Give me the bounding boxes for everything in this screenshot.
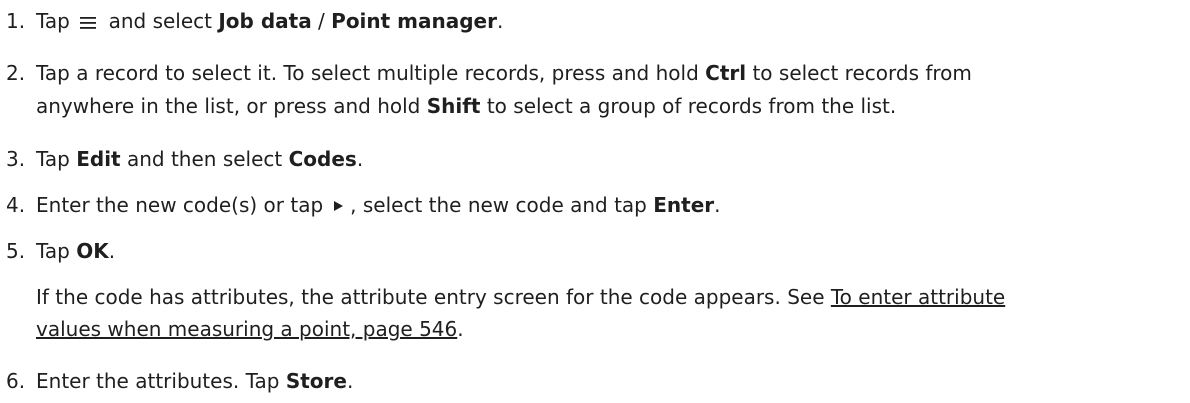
step-text-segment: Tap a record to select it. To select mul…	[36, 61, 706, 85]
step-text-segment: Tap	[36, 239, 77, 263]
step-text-segment: and select	[108, 9, 212, 33]
step-text-segment: , select the new code and tap	[350, 193, 654, 217]
step-number: 6.	[6, 369, 26, 393]
hamburger-menu-icon	[80, 17, 97, 29]
step-5-note-line-1: If the code has attributes, the attribut…	[36, 282, 1005, 313]
instruction-steps: 1. Tap and select Job data / Point manag…	[0, 0, 1190, 403]
attribute-entry-link[interactable]: To enter attribute	[831, 285, 1005, 309]
step-number: 1.	[6, 9, 26, 33]
step-end: .	[497, 9, 504, 33]
play-arrow-icon	[334, 201, 344, 211]
note-text: If the code has attributes, the attribut…	[36, 285, 831, 309]
step-text-segment: Enter the attributes. Tap	[36, 369, 286, 393]
menu-path-point-manager: Point manager	[331, 9, 497, 33]
step-text: Tap OK.	[36, 236, 115, 267]
attribute-entry-link-continued[interactable]: values when measuring a point, page 546	[36, 317, 457, 341]
step-number: 4.	[6, 193, 26, 217]
menu-path-separator: /	[311, 9, 332, 33]
menu-path-job-data: Job data	[218, 9, 312, 33]
note-end: .	[457, 317, 464, 341]
step-text-segment: to select records from	[746, 61, 972, 85]
button-enter: Enter	[653, 193, 715, 217]
step-text-line-2: anywhere in the list, or press and hold …	[36, 91, 896, 122]
step-text: Enter the new code(s) or tap , select the…	[36, 190, 721, 221]
step-text-line-1: Tap a record to select it. To select mul…	[36, 58, 972, 89]
step-text: Enter the attributes. Tap Store.	[36, 366, 353, 397]
step-end: .	[356, 147, 364, 171]
step-number: 2.	[6, 61, 26, 85]
step-end: .	[714, 193, 721, 217]
step-end: .	[346, 369, 354, 393]
button-store: Store	[285, 369, 347, 393]
step-text-segment: Tap	[36, 9, 70, 33]
key-shift: Shift	[426, 94, 481, 118]
menu-codes: Codes	[288, 147, 357, 171]
key-ctrl: Ctrl	[705, 61, 747, 85]
button-ok: OK	[76, 239, 109, 263]
step-text-segment: Enter the new code(s) or tap	[36, 193, 324, 217]
button-edit: Edit	[76, 147, 121, 171]
step-number: 3.	[6, 147, 26, 171]
step-5-note-line-2: values when measuring a point, page 546.	[36, 314, 464, 345]
step-end: .	[108, 239, 116, 263]
step-number: 5.	[6, 239, 26, 263]
step-text-segment: to select a group of records from the li…	[480, 94, 897, 118]
step-text-segment: Tap	[36, 147, 77, 171]
step-text-segment: and then select	[120, 147, 289, 171]
step-text: Tap Edit and then select Codes.	[36, 144, 363, 175]
step-text: Tap and select Job data / Point manager.	[36, 6, 503, 37]
step-text-segment: anywhere in the list, or press and hold	[36, 94, 427, 118]
